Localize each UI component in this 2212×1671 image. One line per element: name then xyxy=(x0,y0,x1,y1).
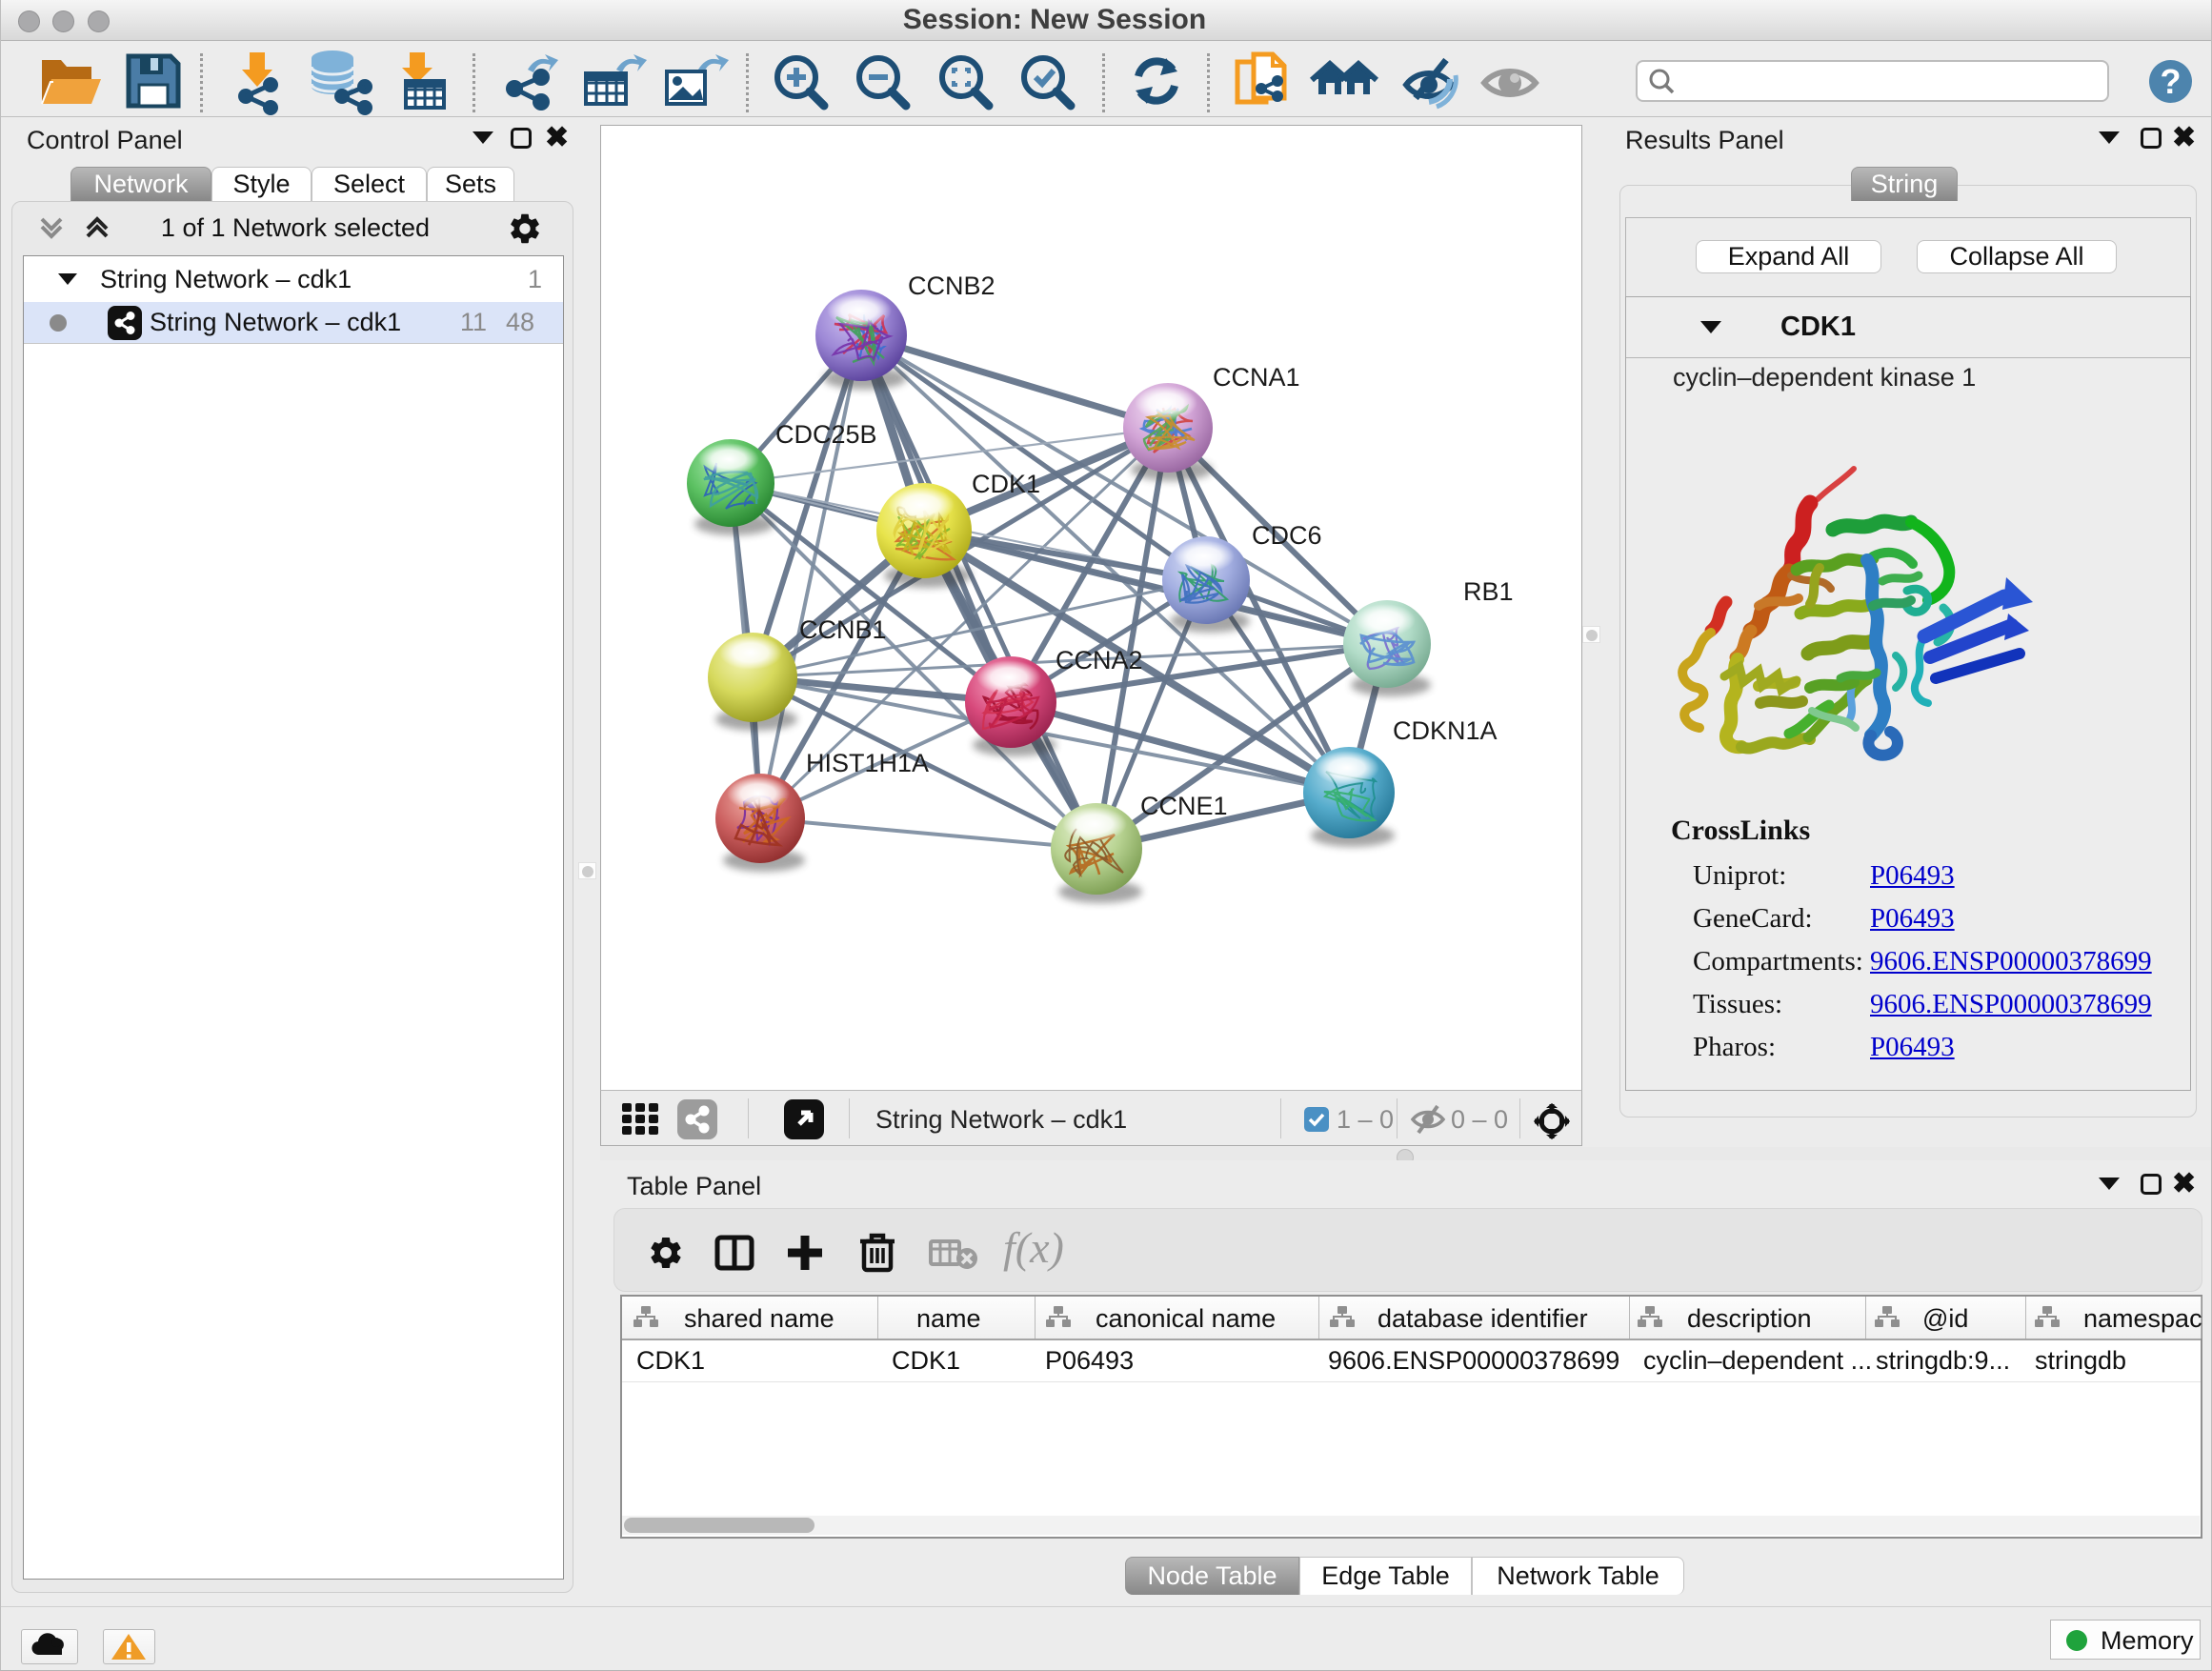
svg-text:CCNA1: CCNA1 xyxy=(1213,363,1300,392)
svg-text:namespac: namespac xyxy=(2083,1304,2202,1333)
svg-text:CDKN1A: CDKN1A xyxy=(1393,716,1498,745)
svg-text:CDC6: CDC6 xyxy=(1252,521,1322,550)
svg-text:CCNE1: CCNE1 xyxy=(1140,792,1228,820)
svg-text:@id: @id xyxy=(1922,1304,1968,1333)
svg-text:RB1: RB1 xyxy=(1463,577,1514,606)
svg-text:shared name: shared name xyxy=(684,1304,835,1333)
svg-text:CDK1: CDK1 xyxy=(636,1346,705,1375)
svg-text:cyclin–dependent ...: cyclin–dependent ... xyxy=(1643,1346,1872,1375)
svg-text:canonical name: canonical name xyxy=(1096,1304,1276,1333)
svg-text:CDK1: CDK1 xyxy=(972,470,1040,498)
svg-text:CDK1: CDK1 xyxy=(892,1346,960,1375)
svg-text:9606.ENSP00000378699: 9606.ENSP00000378699 xyxy=(1328,1346,1619,1375)
svg-text:database identifier: database identifier xyxy=(1377,1304,1588,1333)
svg-text:CDC25B: CDC25B xyxy=(775,420,877,449)
svg-text:P06493: P06493 xyxy=(1045,1346,1134,1375)
svg-text:stringdb: stringdb xyxy=(2035,1346,2126,1375)
svg-text:stringdb:9...: stringdb:9... xyxy=(1876,1346,2010,1375)
svg-text:CCNA2: CCNA2 xyxy=(1056,646,1143,674)
svg-text:CCNB2: CCNB2 xyxy=(908,272,995,300)
svg-text:name: name xyxy=(916,1304,981,1333)
svg-text:CCNB1: CCNB1 xyxy=(799,615,887,644)
svg-text:description: description xyxy=(1687,1304,1812,1333)
svg-text:HIST1H1A: HIST1H1A xyxy=(806,749,929,777)
